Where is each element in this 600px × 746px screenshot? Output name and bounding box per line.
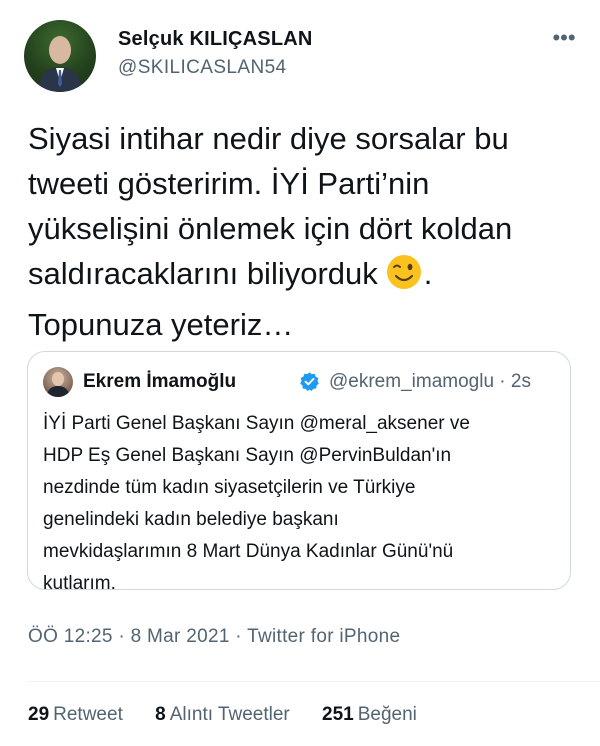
tweet-text-line: Topunuza yeteriz… (28, 307, 294, 342)
quoted-text-line: HDP Eş Genel Başkanı Sayın @PervinBuldan… (43, 445, 452, 466)
quoted-text-line: genelindeki kadın belediye başkanı (43, 509, 339, 530)
quotes-label: Alıntı Tweetler (169, 704, 290, 725)
quoted-text-line: nezdinde tüm kadın siyasetçilerin ve Tür… (43, 477, 416, 498)
likes-label: Beğeni (357, 704, 417, 725)
quoted-author-avatar[interactable] (43, 367, 73, 397)
tweet-timestamp[interactable]: ÖÖ 12:25 · 8 Mar 2021 · Twitter for iPho… (28, 626, 400, 648)
quoted-author-name[interactable]: Ekrem İmamoğlu (83, 371, 236, 393)
more-options-button[interactable]: ••• (548, 24, 580, 52)
quoted-text-line: İYİ Parti Genel Başkanı Sayın @meral_aks… (43, 413, 470, 434)
winking-face-emoji (386, 254, 422, 302)
quote-tweets-stat[interactable]: 8 Alıntı Tweetler (155, 704, 290, 726)
quoted-tweet-text: İYİ Parti Genel Başkanı Sayın @meral_aks… (43, 408, 563, 600)
likes-stat[interactable]: 251 Beğeni (322, 704, 417, 726)
retweets-label: Retweet (53, 704, 123, 725)
tweet-stats: 29 Retweet 8 Alıntı Tweetler 251 Beğeni (28, 704, 444, 726)
likes-count: 251 (322, 704, 354, 725)
author-handle[interactable]: @SKILICASLAN54 (118, 57, 287, 79)
tweet-text-period: . (423, 256, 433, 291)
author-name[interactable]: Selçuk KILIÇASLAN (118, 28, 313, 51)
author-avatar[interactable] (24, 20, 96, 92)
person-silhouette-icon (38, 36, 82, 92)
quoted-text-line: kutlarım. (43, 573, 116, 594)
tweet-text-line: Siyasi intihar nedir diye sorsalar bu (28, 121, 509, 156)
quoted-tweet-card[interactable]: Ekrem İmamoğlu @ekrem_imamoglu · 2s İYİ … (27, 351, 571, 594)
retweets-stat[interactable]: 29 Retweet (28, 704, 123, 726)
tweet-text-segment: saldıracaklarını biliyorduk (28, 256, 378, 291)
more-horizontal-icon: ••• (552, 25, 576, 50)
tweet-text: Siyasi intihar nedir diye sorsalar bu tw… (28, 116, 576, 347)
quotes-count: 8 (155, 704, 166, 725)
tweet-text-line: tweeti gösteririm. İYİ Parti’nin (28, 166, 430, 201)
retweets-count: 29 (28, 704, 50, 725)
divider (28, 681, 600, 682)
quoted-text-line: mevkidaşlarımın 8 Mart Dünya Kadınlar Gü… (43, 541, 454, 562)
quoted-handle-time[interactable]: @ekrem_imamoglu · 2s (329, 371, 531, 393)
verified-badge-icon (299, 371, 320, 392)
tweet-text-line: yükselişini önlemek için dört koldan (28, 211, 513, 246)
tweet-text-line-with-emoji: saldıracaklarını biliyorduk . (28, 251, 576, 302)
person-silhouette-icon (47, 372, 69, 397)
